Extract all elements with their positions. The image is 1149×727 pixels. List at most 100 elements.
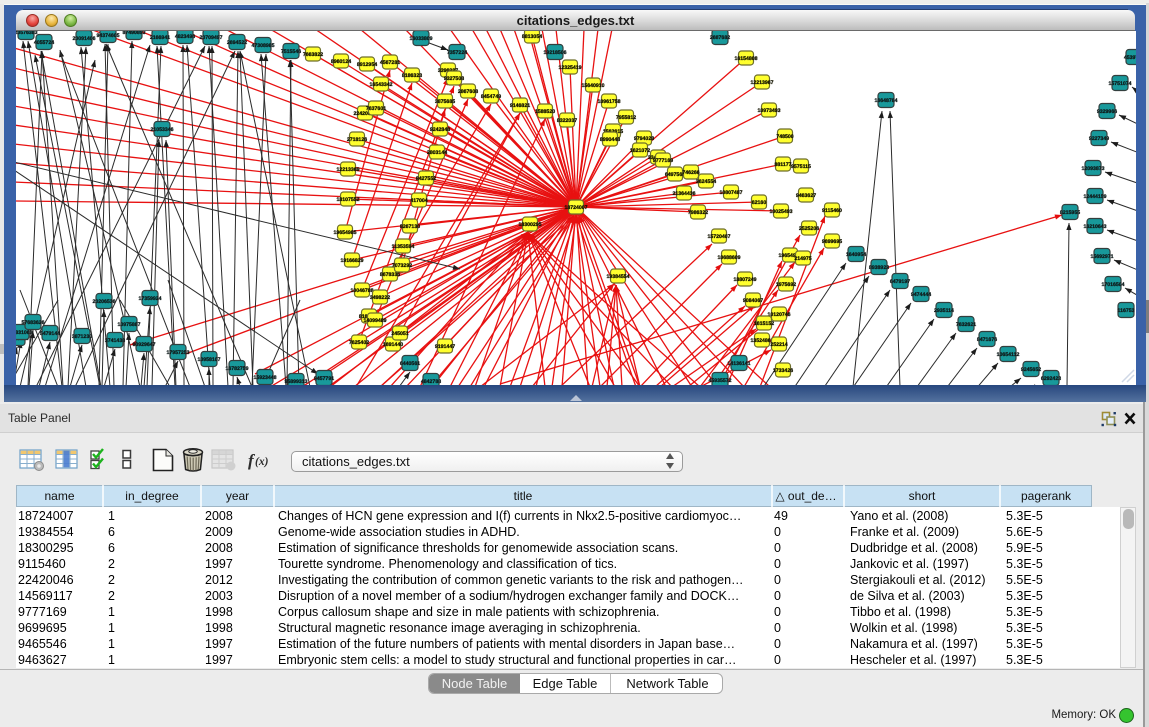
svg-text:60929647: 60929647 (132, 342, 155, 348)
svg-text:9463627: 9463627 (796, 193, 816, 199)
svg-text:417004: 417004 (410, 198, 427, 204)
svg-text:4823498: 4823498 (175, 34, 195, 40)
svg-text:1615152: 1615152 (754, 321, 774, 327)
svg-text:10975887: 10975887 (117, 322, 140, 328)
svg-text:20206536: 20206536 (92, 299, 115, 305)
svg-text:9474444: 9474444 (911, 292, 931, 298)
svg-text:87490893: 87490893 (122, 31, 145, 36)
svg-text:2867608: 2867608 (458, 89, 478, 95)
svg-text:18300295: 18300295 (518, 222, 541, 228)
svg-text:9191447: 9191447 (435, 344, 455, 350)
svg-text:4842788: 4842788 (421, 379, 441, 385)
svg-text:3624554: 3624554 (696, 179, 716, 185)
svg-text:2694522: 2694522 (227, 40, 247, 46)
svg-text:12213967: 12213967 (750, 80, 773, 86)
svg-text:9699695: 9699695 (822, 239, 842, 245)
svg-text:214975: 214975 (794, 256, 811, 262)
svg-text:18807249: 18807249 (733, 277, 756, 283)
svg-text:9115460: 9115460 (822, 208, 842, 214)
svg-text:(x): (x) (255, 456, 269, 468)
svg-text:9227349: 9227349 (1089, 136, 1109, 142)
svg-text:1733426: 1733426 (773, 368, 793, 374)
svg-text:10046788: 10046788 (350, 288, 373, 294)
svg-text:7955812: 7955812 (616, 115, 636, 121)
svg-text:15751074: 15751074 (1108, 81, 1131, 87)
svg-text:9575115: 9575115 (791, 164, 811, 170)
svg-text:3871230: 3871230 (72, 334, 92, 340)
svg-text:8267130: 8267130 (400, 224, 420, 230)
svg-text:746266: 746266 (682, 170, 699, 176)
svg-text:19218506: 19218506 (543, 50, 566, 56)
svg-text:8427552: 8427552 (416, 176, 436, 182)
svg-text:9329966: 9329966 (1097, 109, 1117, 115)
svg-text:95899313: 95899313 (284, 379, 307, 385)
svg-text:8471676: 8471676 (977, 337, 997, 343)
svg-text:2166941: 2166941 (150, 35, 170, 41)
svg-text:10025493: 10025493 (769, 209, 792, 215)
svg-text:15923448: 15923448 (253, 375, 276, 381)
svg-text:21364436: 21364436 (672, 191, 695, 197)
svg-text:17957253: 17957253 (166, 350, 189, 356)
svg-text:9245652: 9245652 (1021, 367, 1041, 373)
svg-text:8322037: 8322037 (557, 118, 577, 124)
svg-text:252214: 252214 (770, 342, 787, 348)
svg-text:8186323: 8186323 (402, 73, 422, 79)
svg-text:9777169: 9777169 (653, 158, 673, 164)
svg-text:7515546: 7515546 (281, 49, 301, 55)
svg-text:9084067: 9084067 (743, 298, 763, 304)
svg-text:11353594: 11353594 (392, 244, 415, 250)
svg-text:14099489: 14099489 (363, 318, 386, 324)
svg-text:1975692: 1975692 (776, 282, 796, 288)
svg-text:8960124: 8960124 (331, 59, 351, 65)
svg-text:7357224: 7357224 (447, 50, 467, 56)
svg-text:1691440: 1691440 (383, 342, 403, 348)
svg-text:10958107: 10958107 (197, 357, 220, 363)
svg-text:12093873: 12093873 (1081, 166, 1104, 172)
svg-text:1640954: 1640954 (846, 252, 866, 258)
svg-text:8215955: 8215955 (1060, 210, 1080, 216)
svg-text:4567281: 4567281 (380, 60, 400, 66)
svg-text:15692971: 15692971 (1090, 254, 1113, 260)
svg-text:12213369: 12213369 (336, 167, 359, 173)
svg-text:9242848: 9242848 (430, 127, 450, 133)
svg-text:9327508: 9327508 (444, 76, 464, 82)
svg-text:12325419: 12325419 (558, 65, 581, 71)
svg-text:15720407: 15720407 (707, 234, 730, 240)
svg-text:116753: 116753 (1117, 308, 1134, 314)
svg-text:10688609: 10688609 (717, 255, 740, 261)
svg-text:16210643: 16210643 (1083, 224, 1106, 230)
svg-text:19166829: 19166829 (340, 258, 363, 264)
svg-text:245051: 245051 (391, 331, 408, 337)
svg-text:14136141: 14136141 (727, 361, 750, 367)
svg-text:8813054: 8813054 (522, 34, 542, 40)
svg-text:7663822: 7663822 (303, 52, 323, 58)
svg-text:10973493: 10973493 (757, 108, 780, 114)
svg-text:12444159: 12444159 (1083, 194, 1106, 200)
svg-text:1621072: 1621072 (630, 148, 650, 154)
svg-text:2525206: 2525206 (799, 226, 819, 232)
svg-text:2687682: 2687682 (710, 35, 730, 41)
svg-text:47308985: 47308985 (251, 43, 274, 49)
svg-text:16648784: 16648784 (874, 98, 897, 104)
svg-text:9794028: 9794028 (634, 136, 654, 142)
svg-text:17359924: 17359924 (138, 296, 161, 302)
svg-text:7637601: 7637601 (366, 106, 386, 112)
svg-text:5479144: 5479144 (40, 331, 60, 337)
svg-text:94374605: 94374605 (96, 33, 119, 39)
svg-text:7073292: 7073292 (392, 263, 412, 269)
svg-text:3498222: 3498222 (370, 295, 390, 301)
svg-text:20091406: 20091406 (72, 36, 95, 42)
svg-text:8678335: 8678335 (380, 272, 400, 278)
svg-text:57683626: 57683626 (21, 320, 44, 326)
svg-text:16782759: 16782759 (225, 366, 248, 372)
svg-text:3875685: 3875685 (435, 99, 455, 105)
svg-text:2803144: 2803144 (427, 150, 447, 156)
svg-text:4055724: 4055724 (34, 40, 54, 46)
svg-text:7632621: 7632621 (956, 322, 976, 328)
svg-text:10961758: 10961758 (597, 99, 620, 105)
svg-text:6292423: 6292423 (1041, 376, 1061, 382)
svg-text:6479197: 6479197 (890, 279, 910, 285)
svg-text:20709497: 20709497 (199, 35, 222, 41)
svg-text:31831063: 31831063 (16, 330, 33, 336)
svg-text:10654112: 10654112 (997, 352, 1020, 358)
